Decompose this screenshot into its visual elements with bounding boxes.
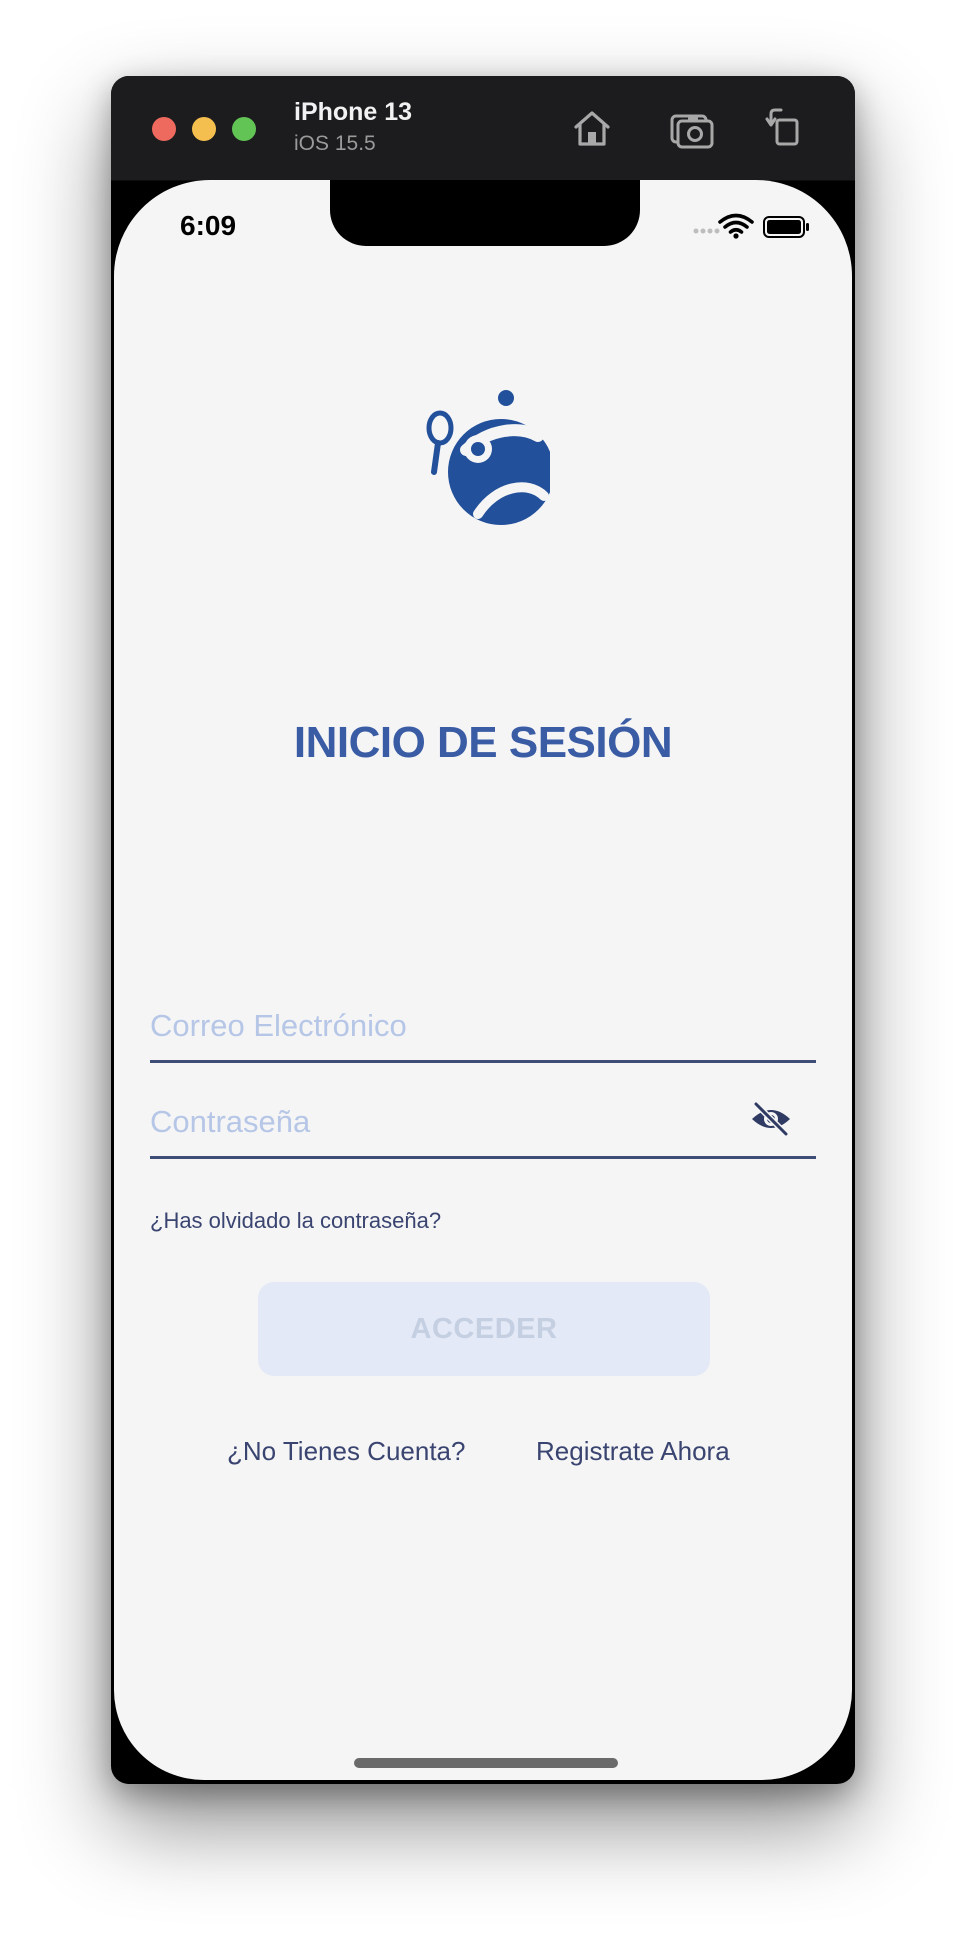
no-account-text: ¿No Tienes Cuenta? — [227, 1436, 466, 1466]
signup-prompt: ¿No Tienes Cuenta? Registrate Ahora — [114, 1436, 852, 1476]
password-input[interactable] — [150, 1096, 710, 1148]
rotate-icon[interactable] — [763, 104, 811, 152]
zoom-window-button[interactable] — [232, 117, 256, 141]
wifi-icon — [718, 213, 754, 239]
register-link[interactable]: Registrate Ahora — [536, 1436, 730, 1467]
password-field — [150, 1096, 816, 1159]
stage: iPhone 13 iOS 15.5 6:09 INICIO DE SESIÓN… — [0, 0, 968, 1934]
page-title: INICIO DE SESIÓN — [293, 718, 673, 767]
app-logo — [420, 388, 554, 530]
status-icons — [690, 212, 820, 242]
email-input[interactable] — [150, 1000, 710, 1052]
simulator-window: iPhone 13 iOS 15.5 6:09 INICIO DE SESIÓN… — [111, 76, 855, 1784]
close-window-button[interactable] — [152, 117, 176, 141]
signal-dots-icon — [693, 228, 720, 234]
status-time: 6:09 — [180, 210, 237, 241]
battery-icon — [763, 216, 809, 238]
simulator-titlebar: iPhone 13 iOS 15.5 — [111, 76, 855, 181]
eye-slash-icon[interactable] — [750, 1101, 792, 1137]
screenshot-icon[interactable] — [668, 104, 716, 152]
login-button[interactable]: ACCEDER — [258, 1282, 710, 1376]
tennis-player-logo — [426, 390, 554, 525]
home-icon[interactable] — [568, 104, 616, 152]
email-field — [150, 1000, 816, 1063]
device-notch — [330, 180, 640, 246]
device-name: iPhone 13 — [294, 98, 413, 126]
home-indicator[interactable] — [354, 1758, 618, 1768]
forgot-password-link[interactable]: ¿Has olvidado la contraseña? — [150, 1208, 441, 1234]
app-screen: 6:09 INICIO DE SESIÓN Correo Electrónico… — [114, 180, 852, 1780]
minimize-window-button[interactable] — [192, 117, 216, 141]
device-os-version: iOS 15.5 — [294, 132, 376, 155]
